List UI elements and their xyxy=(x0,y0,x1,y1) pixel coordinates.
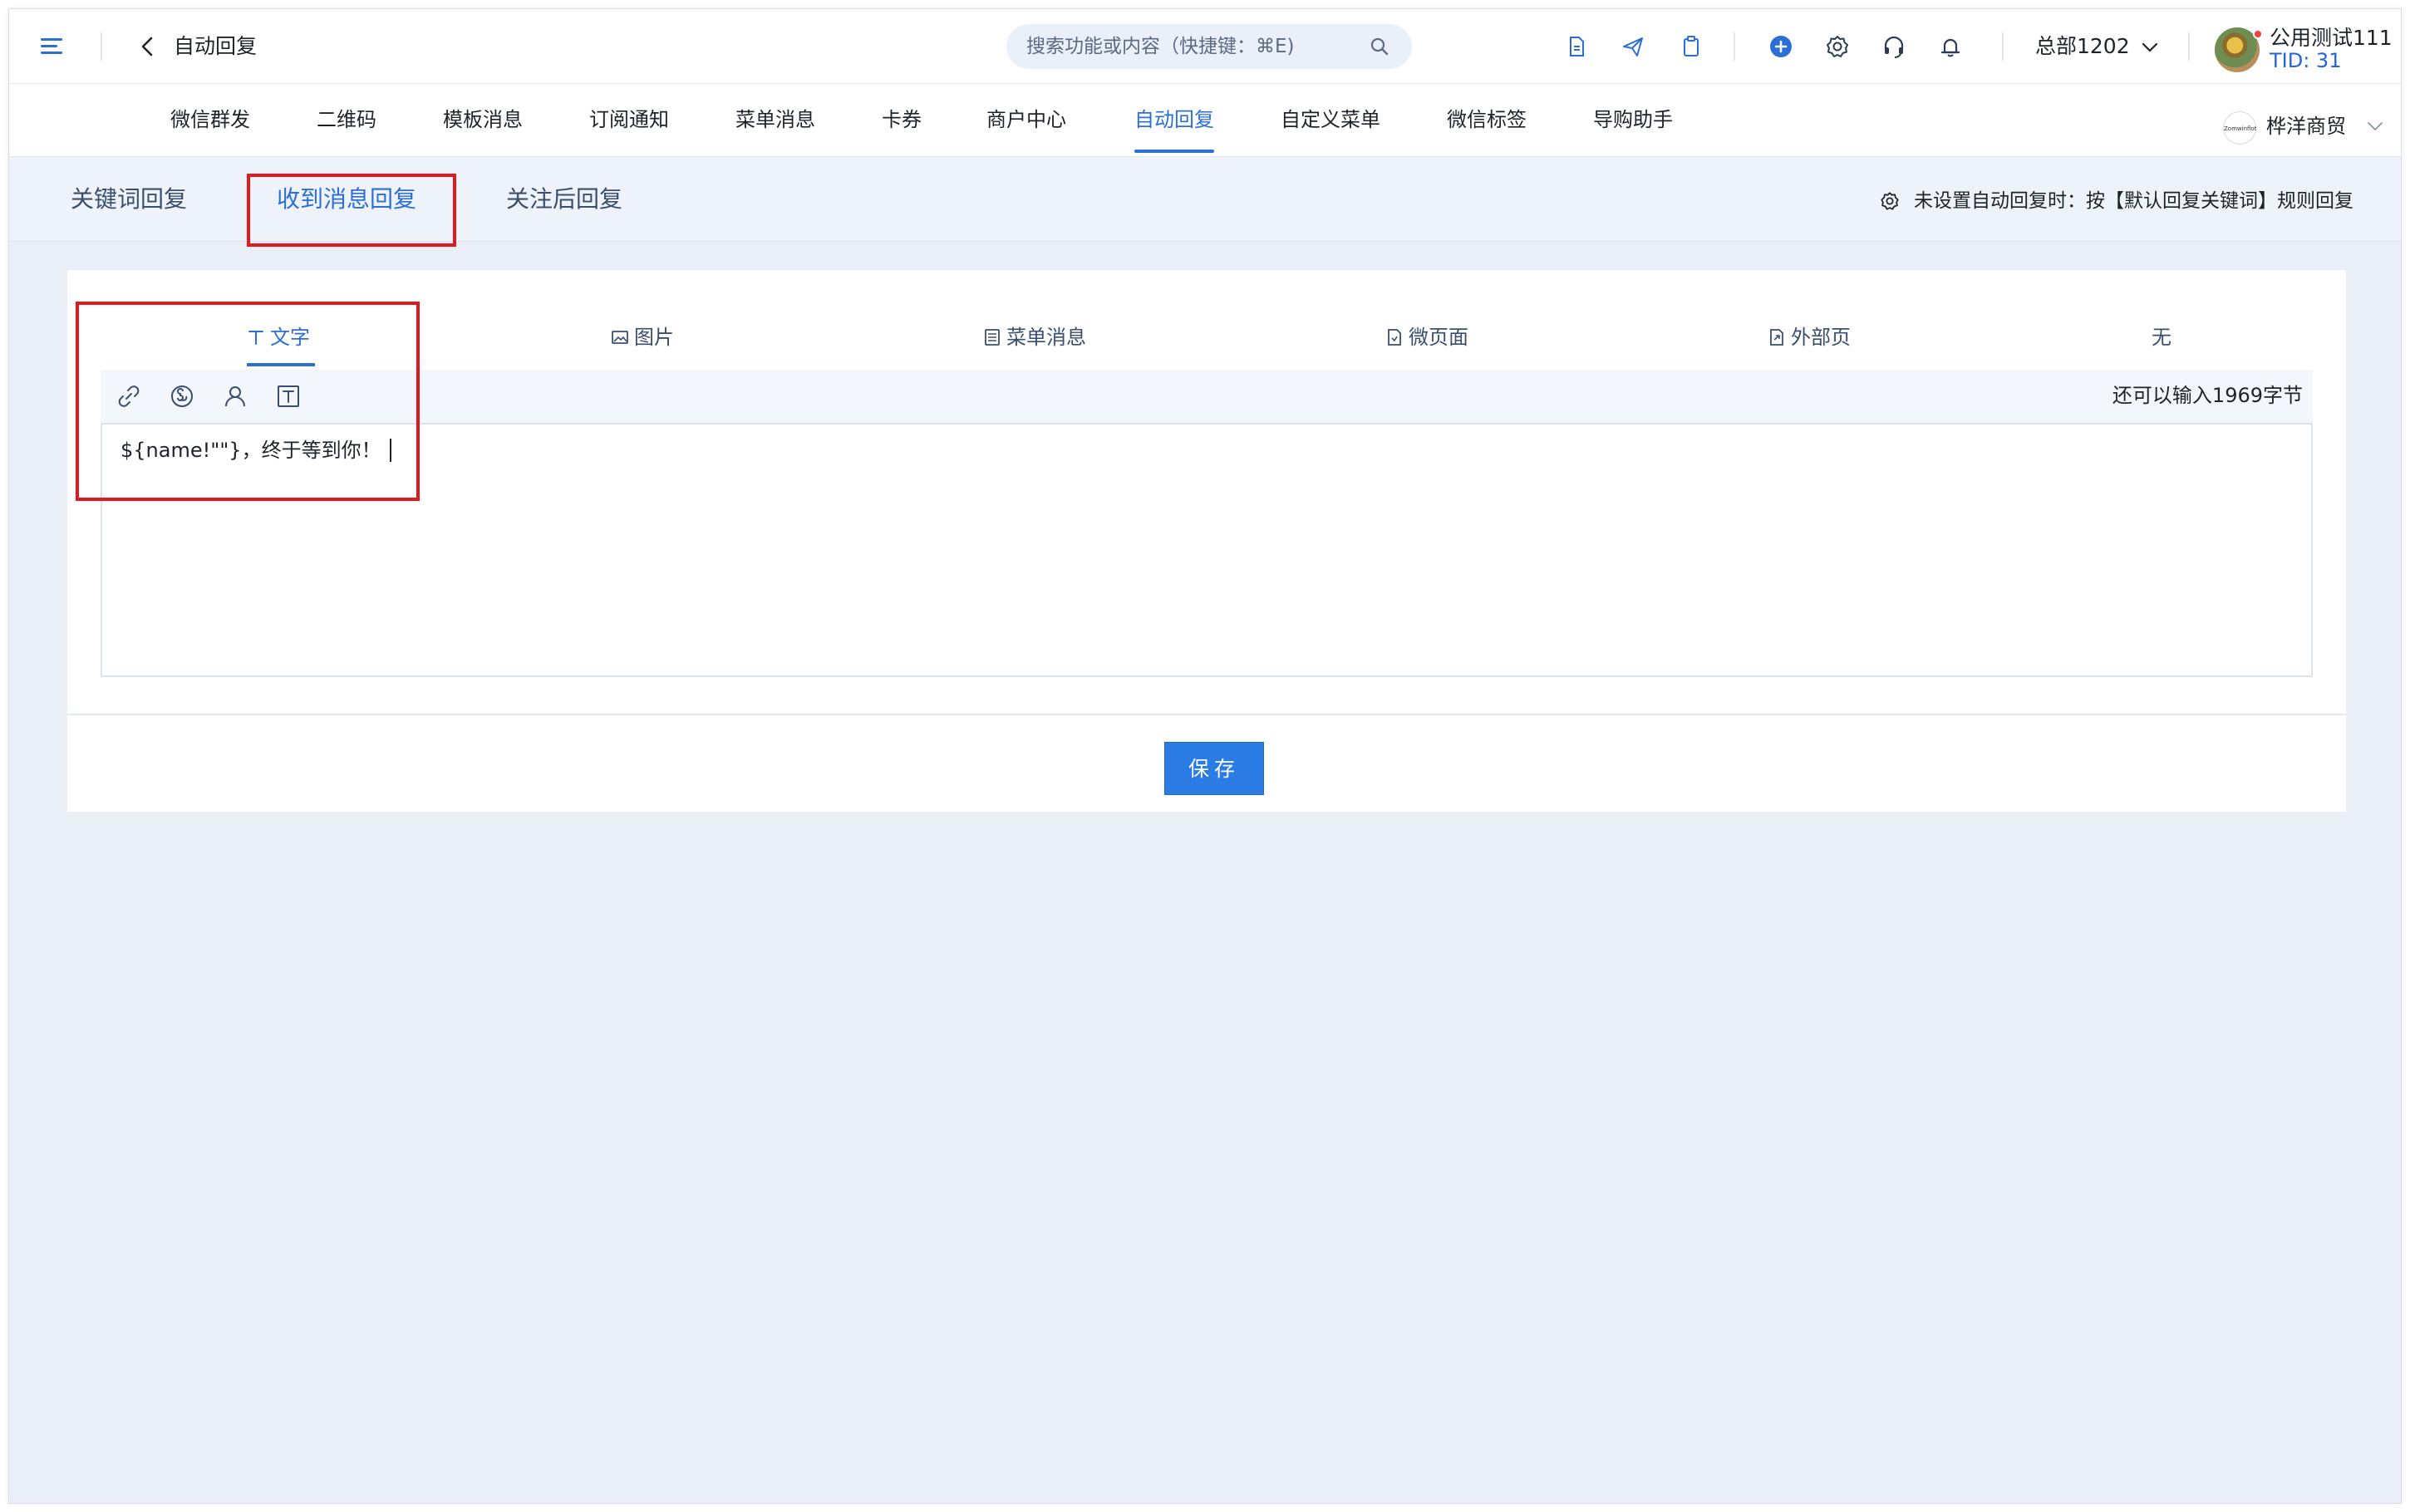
save-button[interactable]: 保存 xyxy=(1164,742,1264,795)
org-selector[interactable]: 总部1202 xyxy=(2035,34,2130,59)
tab-follow-reply[interactable]: 关注后回复 xyxy=(506,185,622,214)
type-tab-label: 文字 xyxy=(270,326,310,349)
nav-item-merchant-center[interactable]: 商户中心 xyxy=(986,107,1066,132)
type-tab-micro-page[interactable]: 微页面 xyxy=(1385,325,1468,352)
remaining-bytes: 还可以输入1969字节 xyxy=(2112,384,2303,407)
send-icon[interactable] xyxy=(1620,33,1646,60)
list-icon xyxy=(983,327,1001,352)
nav-item-wechat-tags[interactable]: 微信标签 xyxy=(1447,107,1527,132)
divider xyxy=(67,714,2346,715)
active-nav-indicator xyxy=(1134,150,1214,153)
menu-icon[interactable] xyxy=(39,34,66,59)
nav-item-template-message[interactable]: 模板消息 xyxy=(443,107,523,132)
reply-editor-card: 文字 图片 菜单消息 微页面 外部页 无 还可以输入1969字节 ${name!… xyxy=(67,270,2346,812)
user-icon[interactable] xyxy=(222,383,248,410)
link-icon[interactable] xyxy=(116,383,142,410)
document-icon[interactable] xyxy=(1563,33,1590,60)
text-icon xyxy=(247,327,265,352)
editor-content: ${name!""}，终于等到你！ xyxy=(120,438,391,463)
type-tab-label: 图片 xyxy=(634,326,674,349)
tab-message-reply[interactable]: 收到消息回复 xyxy=(277,185,416,214)
chevron-down-icon[interactable] xyxy=(2140,37,2160,57)
text-format-icon[interactable] xyxy=(275,383,302,410)
active-type-indicator xyxy=(247,363,315,366)
main-nav: 微信群发 二维码 模板消息 订阅通知 菜单消息 卡券 商户中心 自动回复 自定义… xyxy=(9,84,2401,157)
type-tab-label: 菜单消息 xyxy=(1006,326,1086,349)
type-tab-label: 外部页 xyxy=(1791,326,1851,349)
brand-selector[interactable]: 桦洋商贸 xyxy=(2266,114,2346,139)
nav-item-custom-menu[interactable]: 自定义菜单 xyxy=(1281,107,1380,132)
editor-text: ${name!""}，终于等到你！ xyxy=(120,439,381,462)
nav-item-group-send[interactable]: 微信群发 xyxy=(170,107,250,132)
nav-item-auto-reply[interactable]: 自动回复 xyxy=(1134,107,1214,132)
nav-item-coupons[interactable]: 卡券 xyxy=(882,107,922,132)
external-page-icon xyxy=(1768,327,1786,352)
type-tab-text[interactable]: 文字 xyxy=(247,325,310,352)
nav-item-qrcode[interactable]: 二维码 xyxy=(317,107,376,132)
bell-icon[interactable] xyxy=(1937,33,1964,60)
divider xyxy=(101,32,102,61)
page-icon xyxy=(1385,327,1404,352)
divider xyxy=(1734,32,1735,61)
type-tab-label: 微页面 xyxy=(1409,326,1468,349)
app-window: 自动回复 搜索功能或内容（快捷键：⌘E) 总部1202 公用测试111 TID:… xyxy=(8,8,2402,1504)
divider xyxy=(2188,32,2190,61)
type-tab-image[interactable]: 图片 xyxy=(611,325,674,352)
settings-icon xyxy=(1879,190,1901,212)
notification-dot xyxy=(2253,29,2263,39)
settings-icon[interactable] xyxy=(1824,33,1851,60)
back-arrow-icon[interactable] xyxy=(135,34,160,59)
text-caret xyxy=(389,439,391,462)
headset-icon[interactable] xyxy=(1881,33,1907,60)
type-tab-external-page[interactable]: 外部页 xyxy=(1768,325,1851,352)
user-name: 公用测试111 xyxy=(2270,26,2393,50)
brand-logo: Zomwinflot xyxy=(2223,111,2256,145)
nav-item-menu-message[interactable]: 菜单消息 xyxy=(735,107,815,132)
reply-type-tabs: 关键词回复 收到消息回复 关注后回复 未设置自动回复时：按【默认回复关键词】规则… xyxy=(9,157,2401,247)
tab-keyword-reply[interactable]: 关键词回复 xyxy=(71,185,187,214)
search-placeholder: 搜索功能或内容（快捷键：⌘E) xyxy=(1026,36,1295,57)
clipboard-icon[interactable] xyxy=(1678,33,1704,60)
top-bar: 自动回复 搜索功能或内容（快捷键：⌘E) 总部1202 公用测试111 TID:… xyxy=(9,9,2401,84)
nav-item-shopping-guide[interactable]: 导购助手 xyxy=(1593,107,1673,132)
type-tab-menu-message[interactable]: 菜单消息 xyxy=(983,325,1086,352)
mini-program-icon[interactable] xyxy=(169,383,195,410)
divider xyxy=(2002,32,2004,61)
search-icon[interactable] xyxy=(1369,36,1390,57)
editor-toolbar: 还可以输入1969字节 xyxy=(101,370,2313,423)
type-tab-none[interactable]: 无 xyxy=(2152,325,2171,350)
default-reply-hint: 未设置自动回复时：按【默认回复关键词】规则回复 xyxy=(1914,190,2353,212)
search-input[interactable]: 搜索功能或内容（快捷键：⌘E) xyxy=(1006,24,1412,69)
page-title: 自动回复 xyxy=(174,34,258,58)
reply-text-editor[interactable]: ${name!""}，终于等到你！ xyxy=(101,423,2313,677)
user-tid: TID: 31 xyxy=(2270,49,2342,72)
add-circle-icon[interactable] xyxy=(1768,33,1794,60)
chevron-down-icon[interactable] xyxy=(2366,117,2384,135)
image-icon xyxy=(611,327,629,352)
nav-item-subscription[interactable]: 订阅通知 xyxy=(589,107,669,132)
